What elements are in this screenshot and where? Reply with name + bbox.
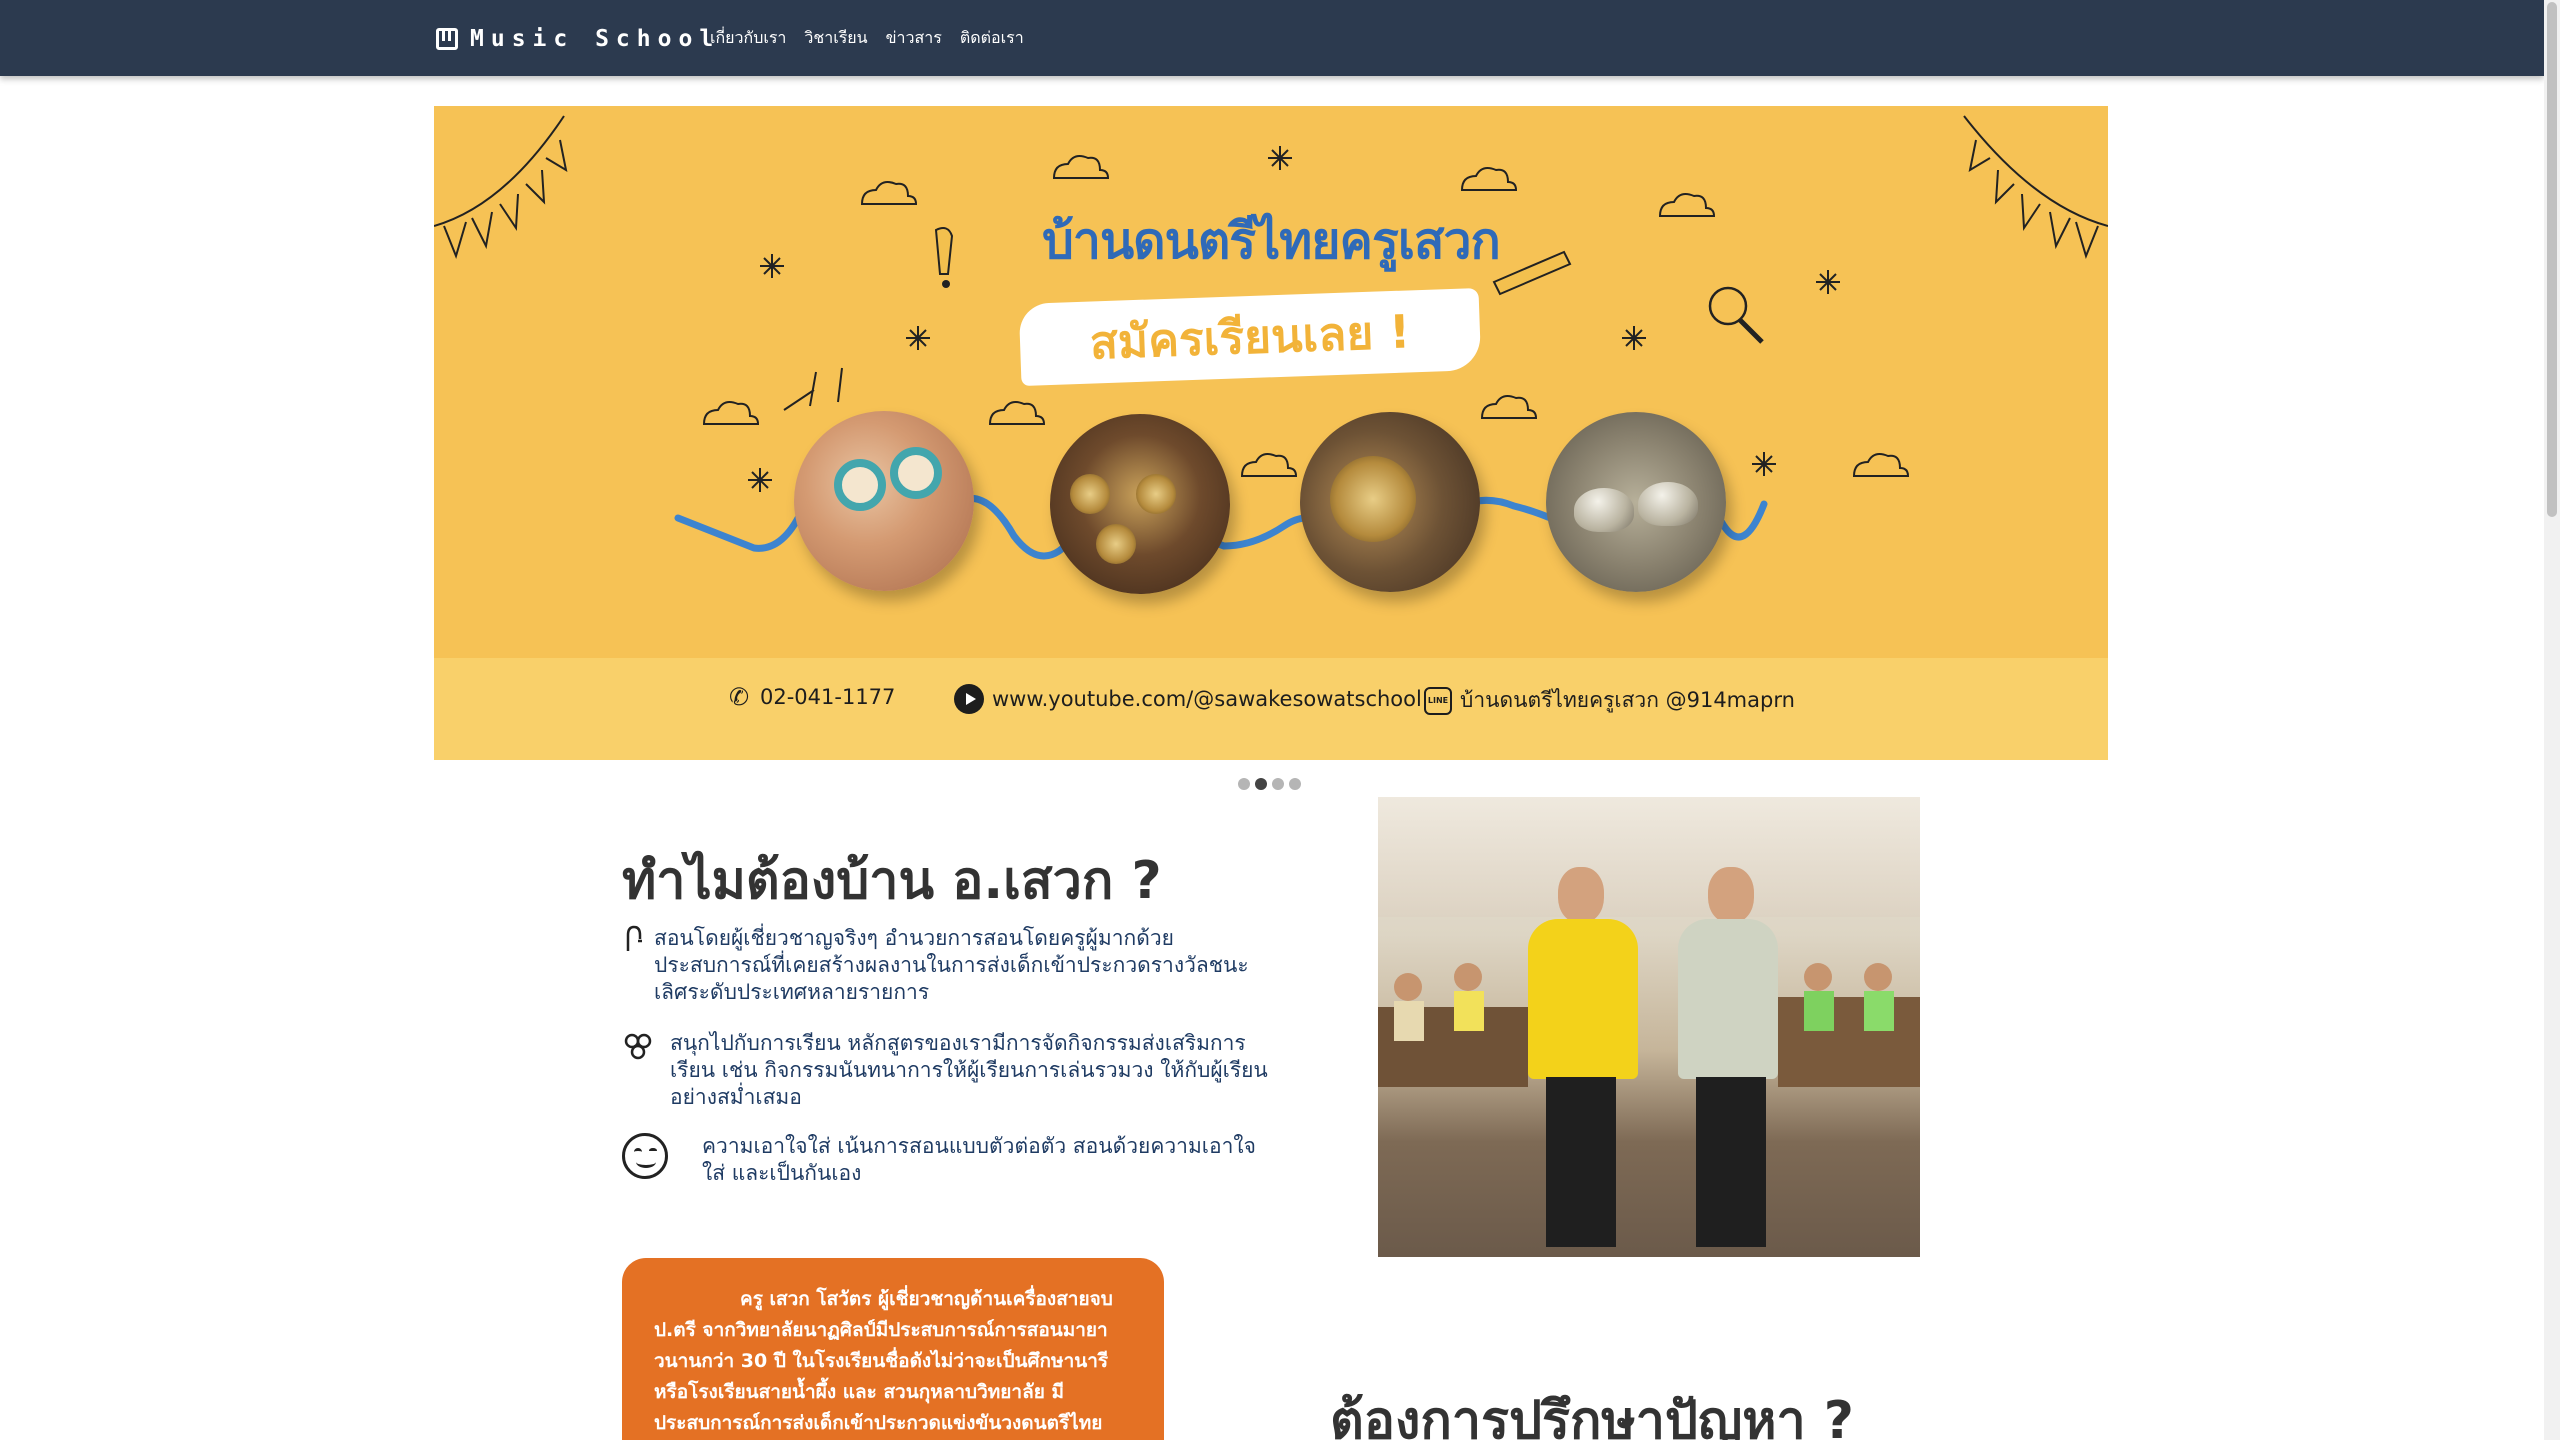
phone-number: 02-041-1177 — [760, 685, 896, 709]
feature-text: ความเอาใจใส่ เน้นการสอนแบบตัวต่อตัว สอนด… — [702, 1134, 1256, 1185]
smile-icon — [622, 1133, 668, 1179]
award-ceremony-photo — [1378, 797, 1920, 1257]
hero-banner-slide[interactable]: บ้านดนตรีไทยครูเสวก สมัครเรียนเลย ! ✆ 02… — [434, 106, 2108, 760]
feature-fun-learning: สนุกไปกับการเรียน หลักสูตรของเรามีการจัด… — [622, 1030, 1272, 1111]
teacher-profile-card: ครู เสวก โสวัตร ผู้เชี่ยวชาญด้านเครื่องส… — [622, 1258, 1164, 1440]
instrument-photo-gong — [1300, 412, 1480, 592]
instrument-photo-mallets — [794, 411, 974, 591]
register-now-cta[interactable]: สมัครเรียนเลย ! — [1018, 287, 1482, 387]
phone-icon: ✆ — [728, 683, 750, 711]
register-now-label: สมัครเรียนเลย ! — [1088, 303, 1412, 370]
gong-knob — [1136, 474, 1176, 514]
mallet-head — [834, 459, 886, 511]
banner-line: LINE บ้านดนตรีไทยครูเสวก @914maprn — [1424, 684, 1795, 717]
consult-section-title: ต้องการปรึกษาปัญหา ? — [1330, 1391, 1854, 1440]
nav-link-news[interactable]: ข่าวสาร — [886, 24, 942, 52]
nav-link-courses[interactable]: วิชาเรียน — [804, 24, 867, 52]
feature-text: สนุกไปกับการเรียน หลักสูตรของเรามีการจัด… — [670, 1031, 1268, 1109]
piano-icon — [436, 28, 458, 50]
molecule-icon — [622, 1030, 654, 1062]
line-id: บ้านดนตรีไทยครูเสวก @914maprn — [1460, 688, 1795, 712]
feature-attention: ความเอาใจใส่ เน้นการสอนแบบตัวต่อตัว สอนด… — [622, 1133, 1262, 1187]
banner-title: บ้านดนตรีไทยครูเสวก — [1042, 212, 1501, 270]
banner-phone: ✆ 02-041-1177 — [726, 683, 896, 711]
why-section-title: ทำไมต้องบ้าน อ.เสวก ? — [622, 851, 1162, 911]
carousel-indicators — [1238, 778, 1301, 790]
feature-expert-teaching: สอนโดยผู้เชี่ยวชาญจริงๆ อำนวยการสอนโดยคร… — [622, 925, 1262, 1006]
teacher-bio-text: ครู เสวก โสวัตร ผู้เชี่ยวชาญด้านเครื่องส… — [654, 1288, 1113, 1434]
line-icon: LINE — [1424, 686, 1452, 715]
feature-text: สอนโดยผู้เชี่ยวชาญจริงๆ อำนวยการสอนโดยคร… — [654, 926, 1249, 1004]
brand-link[interactable]: Music School — [436, 22, 720, 56]
gong-knob — [1070, 474, 1110, 514]
mallet-head — [890, 447, 942, 499]
page-scrollbar[interactable] — [2544, 0, 2560, 1440]
photo-person-guest — [1678, 867, 1778, 1247]
carousel-dot-3[interactable] — [1272, 778, 1284, 790]
photo-musicians — [1378, 963, 1920, 1087]
bow-icon — [622, 925, 646, 955]
gong-center — [1330, 456, 1416, 542]
top-navbar: Music School เกี่ยวกับเรา วิชาเรียน ข่าว… — [0, 0, 2544, 76]
photo-background — [1378, 797, 1920, 917]
nav-link-contact[interactable]: ติดต่อเรา — [960, 24, 1024, 52]
carousel-dot-2[interactable] — [1255, 778, 1267, 790]
gong-knob — [1096, 524, 1136, 564]
cymbal — [1574, 488, 1634, 532]
instrument-photo-cymbals — [1546, 412, 1726, 592]
carousel-dot-1[interactable] — [1238, 778, 1250, 790]
youtube-url: www.youtube.com/@sawakesowatschool — [992, 687, 1422, 711]
youtube-icon — [954, 684, 984, 714]
scrollbar-thumb[interactable] — [2547, 2, 2557, 517]
nav-link-about[interactable]: เกี่ยวกับเรา — [710, 24, 786, 52]
nav-menu: เกี่ยวกับเรา วิชาเรียน ข่าวสาร ติดต่อเรา — [710, 24, 1024, 52]
photo-person-teacher — [1528, 867, 1638, 1247]
cymbal — [1638, 482, 1698, 526]
carousel-dot-4[interactable] — [1289, 778, 1301, 790]
instrument-photo-gong-circle — [1050, 414, 1230, 594]
banner-youtube: www.youtube.com/@sawakesowatschool — [954, 684, 1422, 714]
teacher-bio: ครู เสวก โสวัตร ผู้เชี่ยวชาญด้านเครื่องส… — [654, 1284, 1132, 1439]
brand-name: Music School — [470, 26, 721, 52]
